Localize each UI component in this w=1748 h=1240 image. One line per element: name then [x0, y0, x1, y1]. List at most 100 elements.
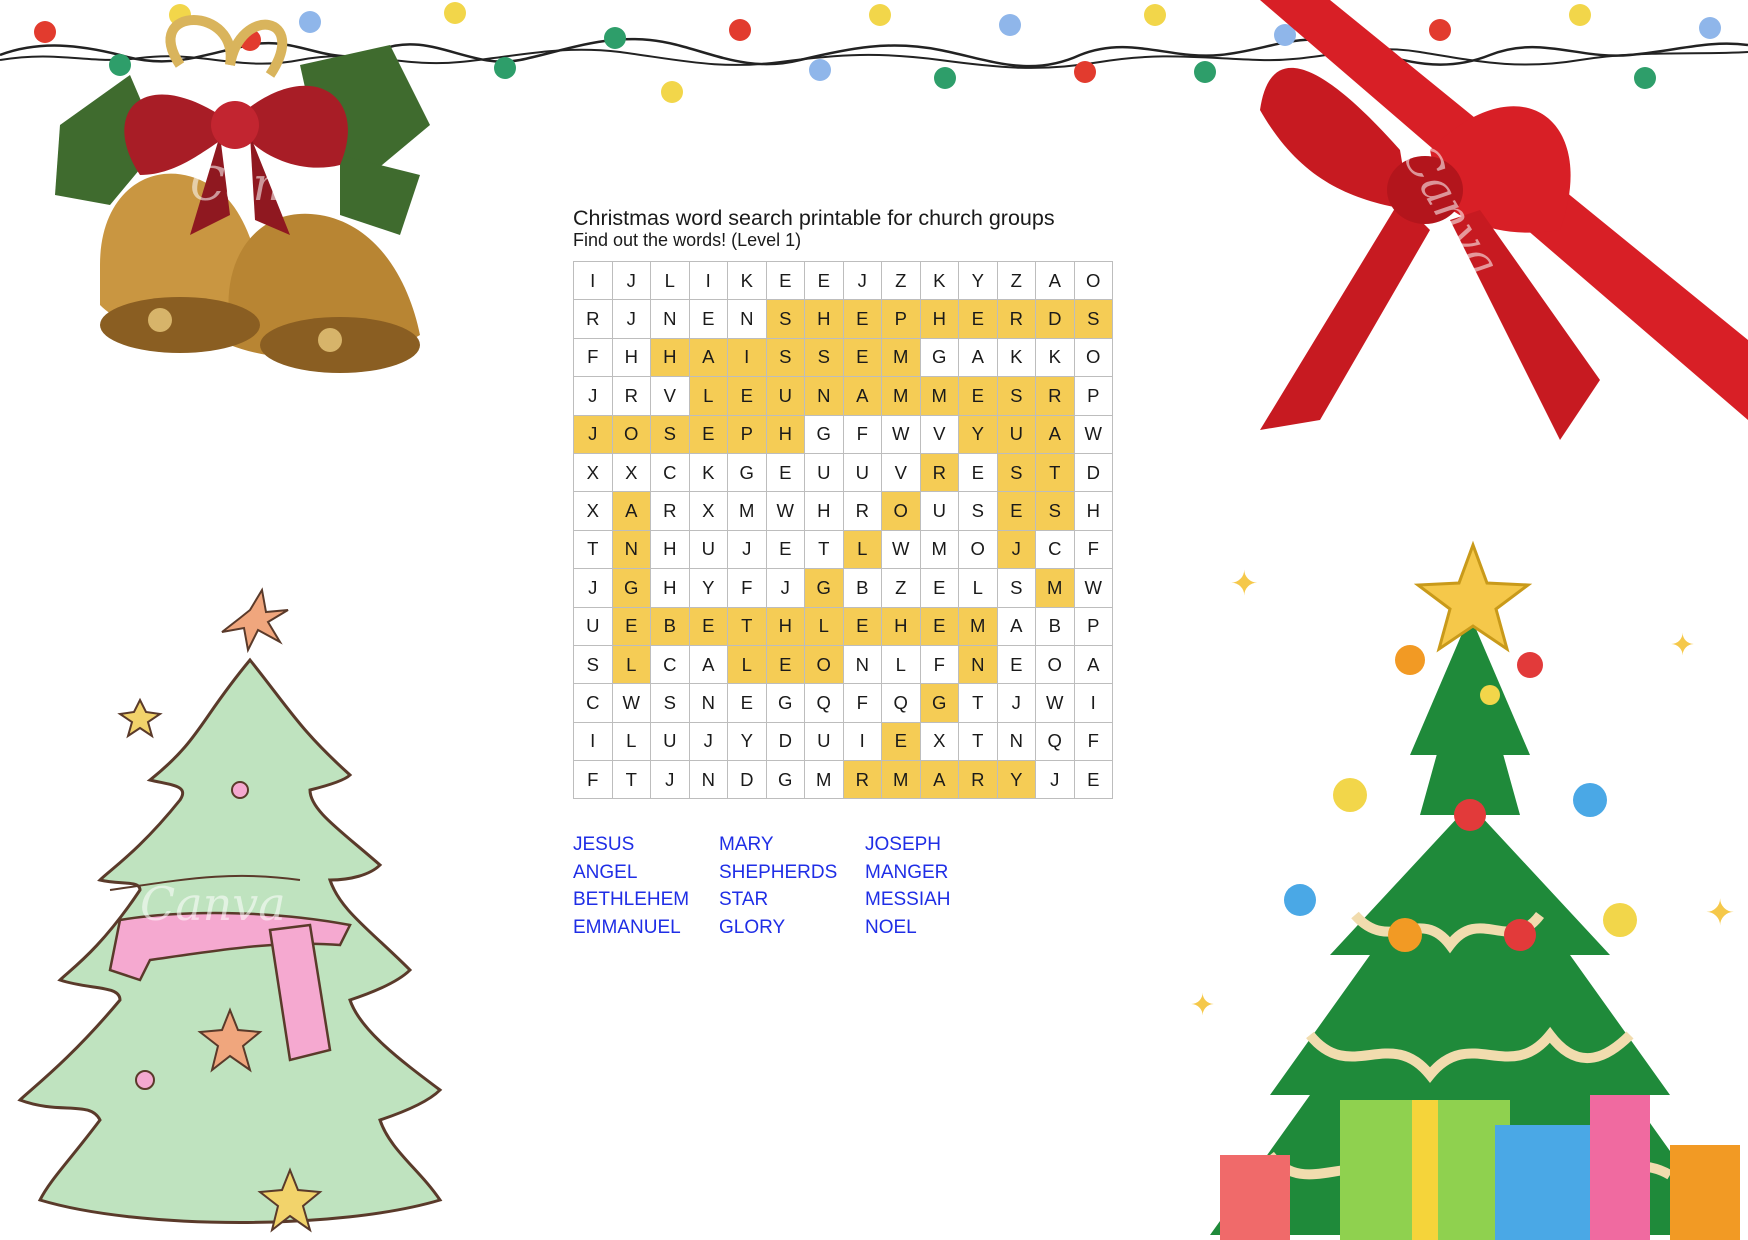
grid-cell: S: [1035, 491, 1075, 531]
grid-cell: L: [611, 644, 651, 685]
grid-cell: Y: [688, 568, 728, 608]
grid-cell: E: [996, 644, 1036, 685]
grid-cell: E: [996, 491, 1036, 531]
grid-cell: B: [650, 606, 690, 646]
grid-cell: G: [765, 760, 805, 800]
page-title: Christmas word search printable for chur…: [573, 206, 1055, 230]
grid-cell: O: [881, 491, 921, 531]
grid-cell: H: [650, 337, 690, 378]
grid-cell: R: [919, 452, 959, 493]
grid-cell: E: [881, 721, 921, 762]
grid-cell: D: [1035, 299, 1075, 339]
grid-cell: U: [804, 721, 844, 762]
grid-cell: L: [650, 260, 690, 301]
grid-cell: G: [727, 452, 767, 493]
grid-cell: B: [842, 568, 882, 608]
grid-cell: N: [650, 299, 690, 339]
grid-cell: S: [996, 568, 1036, 608]
grid-cell: E: [919, 568, 959, 608]
grid-cell: E: [765, 452, 805, 493]
page-subtitle: Find out the words! (Level 1): [573, 230, 802, 250]
grid-cell: A: [611, 491, 651, 531]
grid-cell: M: [804, 760, 844, 800]
grid-cell: V: [919, 414, 959, 454]
grid-cell: J: [727, 529, 767, 570]
grid-cell: A: [842, 376, 882, 416]
grid-cell: M: [727, 491, 767, 531]
grid-cell: L: [958, 568, 998, 608]
grid-cell: Z: [881, 568, 921, 608]
word-list-item: BETHLEHEM: [573, 889, 690, 911]
grid-cell: Q: [1035, 721, 1075, 762]
grid-cell: H: [650, 568, 690, 608]
grid-cell: U: [996, 414, 1036, 454]
grid-cell: F: [573, 760, 613, 800]
grid-cell: A: [1073, 644, 1113, 685]
grid-row: FTJNDGMRMARYJE: [573, 760, 1113, 800]
word-list-item: MESSIAH: [865, 889, 951, 911]
grid-cell: E: [727, 376, 767, 416]
grid-cell: T: [958, 683, 998, 723]
grid-cell: F: [1073, 529, 1113, 570]
grid-cell: L: [688, 376, 728, 416]
grid-cell: C: [1035, 529, 1075, 570]
grid-cell: C: [650, 452, 690, 493]
red-ribbon-bow-icon: Canva: [1260, 0, 1748, 440]
grid-cell: U: [919, 491, 959, 531]
word-list-item: JOSEPH: [865, 834, 942, 855]
grid-cell: E: [765, 529, 805, 570]
grid-cell: U: [804, 452, 844, 493]
grid-cell: L: [727, 644, 767, 685]
grid-cell: J: [765, 568, 805, 608]
grid-cell: R: [611, 376, 651, 416]
grid-cell: I: [573, 721, 613, 762]
grid-cell: H: [611, 337, 651, 378]
grid-cell: J: [611, 260, 651, 301]
grid-cell: S: [996, 376, 1036, 416]
grid-cell: R: [842, 491, 882, 531]
grid-row: CWSNEGQFQGTJWI: [573, 683, 1113, 723]
grid-row: XARXMWHROUSESH: [573, 491, 1113, 531]
grid-cell: M: [958, 606, 998, 646]
grid-cell: O: [958, 529, 998, 570]
grid-cell: Q: [881, 683, 921, 723]
grid-cell: G: [919, 337, 959, 378]
grid-cell: W: [881, 529, 921, 570]
grid-cell: U: [650, 721, 690, 762]
grid-cell: L: [804, 606, 844, 646]
grid-cell: E: [958, 376, 998, 416]
grid-cell: W: [765, 491, 805, 531]
grid-cell: A: [688, 644, 728, 685]
word-list-item: SHEPHERDS: [719, 861, 838, 883]
grid-cell: R: [573, 299, 613, 339]
grid-cell: J: [842, 260, 882, 301]
grid-cell: O: [611, 414, 651, 454]
grid-cell: E: [765, 260, 805, 301]
grid-row: TNHUJETLWMOJCF: [573, 529, 1113, 570]
grid-cell: D: [765, 721, 805, 762]
pastel-christmas-tree-icon: Canva: [17, 587, 443, 1233]
grid-cell: W: [1035, 683, 1075, 723]
grid-cell: F: [919, 644, 959, 685]
word-list-item: JESUS: [573, 834, 635, 855]
grid-cell: K: [727, 260, 767, 301]
grid-cell: Q: [804, 683, 844, 723]
grid-cell: R: [842, 760, 882, 800]
grid-cell: E: [765, 644, 805, 685]
grid-cell: I: [573, 260, 613, 301]
grid-cell: M: [919, 529, 959, 570]
grid-row: RJNENSHEPHERDS: [573, 299, 1113, 339]
word-list-item: STAR: [719, 889, 769, 911]
grid-cell: M: [1035, 568, 1075, 608]
grid-cell: H: [881, 606, 921, 646]
grid-cell: S: [765, 299, 805, 339]
grid-cell: E: [1073, 760, 1113, 800]
grid-cell: J: [650, 760, 690, 800]
word-list-item: EMMANUEL: [573, 917, 681, 939]
word-search-puzzle: Christmas word search printable for chur…: [573, 206, 1133, 938]
grid-cell: X: [919, 721, 959, 762]
grid-cell: S: [573, 644, 613, 685]
grid-cell: I: [842, 721, 882, 762]
grid-cell: N: [842, 644, 882, 685]
grid-row: JRVLEUNAMMESRP: [573, 376, 1113, 416]
